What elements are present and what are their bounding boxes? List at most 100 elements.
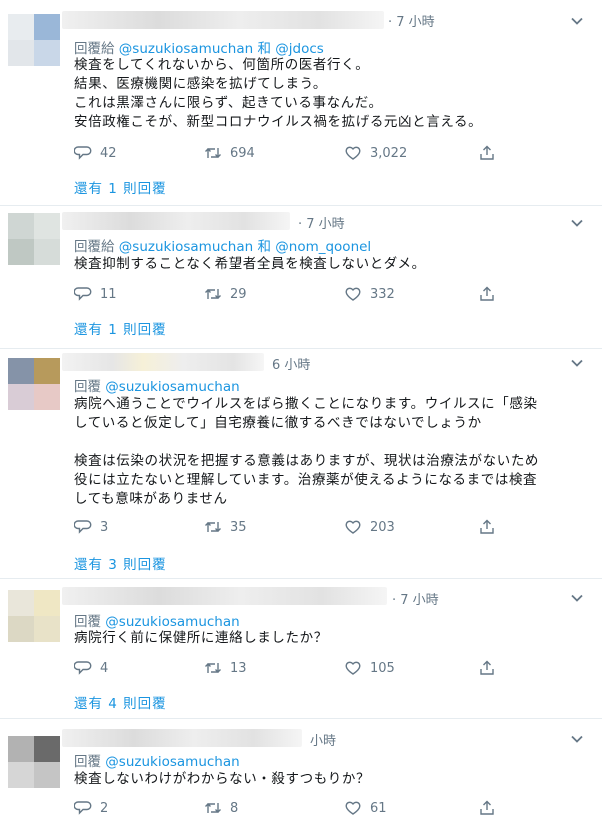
retweet-icon (205, 803, 221, 813)
like-count: 203 (370, 519, 395, 535)
text-line: 安倍政権こそが、新型コロナウイルス禍を拡げる元凶と言える。 (74, 114, 483, 130)
reply-icon (74, 146, 92, 160)
chevron-down-icon[interactable] (570, 216, 584, 230)
text-line: していると仮定して」自宅療養に徹するべきではないでしょうか (74, 415, 482, 431)
show-more-replies-link[interactable]: 還有 3 則回覆 (74, 553, 167, 573)
redacted-user-name[interactable] (62, 11, 384, 29)
show-more-replies-link[interactable]: 還有 4 則回覆 (74, 692, 167, 712)
text-line (74, 433, 574, 452)
tweet-text: 病院行く前に保健所に連絡しましたか？ (74, 629, 574, 648)
chevron-down-icon[interactable] (570, 14, 584, 28)
text-line: 検査をしてくれないから、何箇所の医者行く。 (74, 57, 370, 73)
text-line: しても意味がありません (74, 491, 228, 507)
avatar-pixel (34, 590, 60, 616)
reply-tweet[interactable]: · 7 小時 回覆給 @suzukiosamuchan 和 @jdocs 検査を… (0, 0, 602, 206)
redacted-user-name[interactable] (62, 212, 290, 230)
retweet-count: 35 (230, 519, 247, 535)
like-button[interactable]: 332 (344, 285, 395, 303)
avatar-pixel (8, 736, 34, 762)
show-more-replies-link[interactable]: 還有 1 則回覆 (74, 318, 167, 338)
chevron-down-icon[interactable] (570, 591, 584, 605)
avatar-pixel (34, 213, 60, 239)
reply-tweet[interactable]: 小時 回覆 @suzukiosamuchan 検査しないわけがわからない・殺すつ… (0, 718, 602, 831)
tweet-text: 検査抑制することなく希望者全員を検査しないとダメ。 (74, 255, 574, 274)
avatar[interactable] (8, 590, 60, 642)
share-icon (480, 286, 494, 301)
retweet-icon (205, 148, 221, 158)
like-count: 105 (370, 660, 395, 676)
retweet-icon (205, 522, 221, 532)
avatar[interactable] (8, 736, 60, 788)
share-icon (480, 519, 494, 534)
share-icon (480, 800, 494, 815)
action-bar: 42 694 3,022 (74, 144, 514, 164)
reply-count: 11 (100, 286, 117, 302)
share-button[interactable] (478, 659, 504, 677)
reply-handles[interactable]: @suzukiosamuchan 和 @jdocs (119, 41, 324, 57)
redacted-user-name[interactable] (62, 729, 302, 747)
avatar-pixel (8, 213, 34, 239)
replying-to: 回覆給 @suzukiosamuchan 和 @nom_qoonel (74, 235, 371, 255)
reply-icon (74, 661, 92, 675)
avatar-pixel (34, 358, 60, 384)
reply-handles[interactable]: @suzukiosamuchan (105, 379, 239, 395)
retweet-button[interactable]: 694 (204, 144, 255, 162)
like-count: 332 (370, 286, 395, 302)
retweet-icon (205, 663, 221, 673)
text-line: 検査抑制することなく希望者全員を検査しないとダメ。 (74, 256, 426, 272)
heart-icon (345, 661, 361, 675)
retweet-icon (205, 289, 221, 299)
reply-button[interactable]: 2 (74, 799, 108, 817)
timestamp[interactable]: 6 小時 (272, 354, 310, 373)
avatar-pixel (34, 14, 60, 40)
like-button[interactable]: 61 (344, 799, 387, 817)
reply-handles[interactable]: @suzukiosamuchan 和 @nom_qoonel (119, 239, 371, 255)
like-button[interactable]: 203 (344, 518, 395, 536)
avatar[interactable] (8, 358, 60, 410)
retweet-button[interactable]: 35 (204, 518, 247, 536)
reply-prefix: 回覆 (74, 614, 101, 630)
replying-to: 回覆給 @suzukiosamuchan 和 @jdocs (74, 37, 324, 57)
reply-tweet[interactable]: · 7 小時 回覆 @suzukiosamuchan 病院行く前に保健所に連絡し… (0, 578, 602, 719)
retweet-count: 13 (230, 660, 247, 676)
like-button[interactable]: 105 (344, 659, 395, 677)
redacted-user-name[interactable] (62, 587, 387, 605)
chevron-down-icon[interactable] (570, 732, 584, 746)
share-button[interactable] (478, 799, 504, 817)
reply-button[interactable]: 11 (74, 285, 117, 303)
share-button[interactable] (478, 144, 504, 162)
avatar-pixel (34, 762, 60, 788)
timestamp[interactable]: 小時 (310, 730, 336, 749)
reply-button[interactable]: 4 (74, 659, 108, 677)
share-button[interactable] (478, 285, 504, 303)
avatar-pixel (34, 616, 60, 642)
avatar[interactable] (8, 14, 60, 66)
timestamp[interactable]: · 7 小時 (392, 589, 439, 608)
reply-icon (74, 801, 92, 815)
avatar-pixel (34, 384, 60, 410)
like-button[interactable]: 3,022 (344, 144, 407, 162)
reply-tweet[interactable]: 6 小時 回覆 @suzukiosamuchan 病院へ通うことでウイルスをばら… (0, 348, 602, 579)
retweet-button[interactable]: 8 (204, 799, 238, 817)
share-button[interactable] (478, 518, 504, 536)
reply-prefix: 回覆給 (74, 41, 115, 57)
heart-icon (345, 801, 361, 815)
avatar-pixel (8, 239, 34, 265)
reply-handles[interactable]: @suzukiosamuchan (105, 754, 239, 770)
reply-tweet[interactable]: · 7 小時 回覆給 @suzukiosamuchan 和 @nom_qoone… (0, 205, 602, 349)
redacted-user-name[interactable] (62, 353, 264, 371)
reply-button[interactable]: 42 (74, 144, 117, 162)
retweet-button[interactable]: 29 (204, 285, 247, 303)
timestamp[interactable]: · 7 小時 (388, 11, 435, 30)
retweet-button[interactable]: 13 (204, 659, 247, 677)
reply-handles[interactable]: @suzukiosamuchan (105, 614, 239, 630)
chevron-down-icon[interactable] (570, 356, 584, 370)
avatar[interactable] (8, 213, 60, 265)
timestamp[interactable]: · 7 小時 (298, 213, 345, 232)
show-more-replies-link[interactable]: 還有 1 則回覆 (74, 177, 167, 197)
reply-button[interactable]: 3 (74, 518, 108, 536)
action-bar: 4 13 105 (74, 659, 514, 679)
heart-icon (345, 287, 361, 301)
avatar-pixel (8, 358, 34, 384)
tweet-text: 検査をしてくれないから、何箇所の医者行く。 結果、医療機関に感染を拡げてしまう。… (74, 56, 574, 132)
